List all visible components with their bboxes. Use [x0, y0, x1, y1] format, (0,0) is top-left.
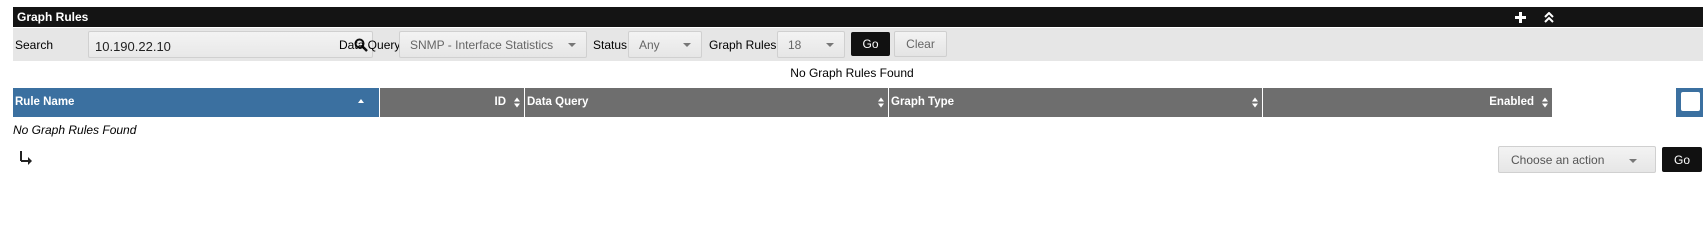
action-go-button[interactable]: Go [1662, 147, 1702, 172]
table-header: Rule Name ID Data Query Graph Type Enabl… [13, 88, 1703, 117]
search-label: Search [15, 38, 54, 52]
sort-icon [1252, 97, 1258, 108]
column-label: ID [494, 96, 507, 108]
data-query-value: SNMP - Interface Statistics [410, 38, 554, 52]
panel-header: Graph Rules [13, 7, 1703, 27]
column-data-query[interactable]: Data Query [525, 88, 889, 117]
search-value: 10.190.22.10 [95, 39, 171, 54]
sort-icon [878, 97, 884, 108]
column-label: Rule Name [15, 96, 75, 108]
column-label: Enabled [1489, 96, 1534, 108]
graph-rules-count-label: Graph Rules [709, 38, 777, 52]
return-arrow-icon [20, 151, 32, 165]
chevron-down-icon [683, 43, 691, 47]
sort-icon [514, 97, 520, 108]
chevron-down-icon [568, 43, 576, 47]
status-select[interactable]: Any [628, 31, 702, 58]
rows-per-page-value: 18 [788, 38, 802, 52]
status-label: Status [593, 38, 628, 52]
data-query-label: Data Query [339, 38, 401, 52]
clear-button[interactable]: Clear [894, 31, 947, 57]
action-select[interactable]: Choose an action [1498, 146, 1656, 173]
rows-per-page-select[interactable]: 18 [777, 31, 845, 58]
search-input[interactable]: 10.190.22.10 [88, 31, 373, 58]
graph-rules-page: Graph Rules Search 10.190.22.10 Data Que… [0, 0, 1704, 210]
sort-asc-icon [358, 99, 364, 103]
chevron-down-icon [1629, 159, 1637, 163]
column-enabled[interactable]: Enabled [1263, 88, 1553, 117]
go-button[interactable]: Go [851, 32, 890, 56]
chevron-double-up-icon[interactable] [1539, 7, 1559, 27]
column-label: Data Query [527, 96, 589, 108]
column-rule-name[interactable]: Rule Name [13, 88, 380, 117]
empty-table-row: No Graph Rules Found [13, 123, 137, 137]
sort-icon [1542, 97, 1548, 108]
column-id[interactable]: ID [380, 88, 525, 117]
filter-bar: Search 10.190.22.10 Data Query SNMP - In… [13, 28, 1703, 61]
column-graph-type[interactable]: Graph Type [889, 88, 1263, 117]
data-query-select[interactable]: SNMP - Interface Statistics [399, 31, 587, 58]
action-select-value: Choose an action [1511, 153, 1605, 167]
select-all-checkbox-cell [1676, 88, 1703, 117]
select-all-checkbox[interactable] [1681, 92, 1700, 111]
status-value: Any [639, 38, 660, 52]
plus-icon[interactable] [1510, 7, 1530, 27]
no-results-message: No Graph Rules Found [790, 66, 914, 80]
panel-title: Graph Rules [17, 10, 89, 24]
chevron-down-icon [826, 43, 834, 47]
column-label: Graph Type [891, 96, 955, 108]
